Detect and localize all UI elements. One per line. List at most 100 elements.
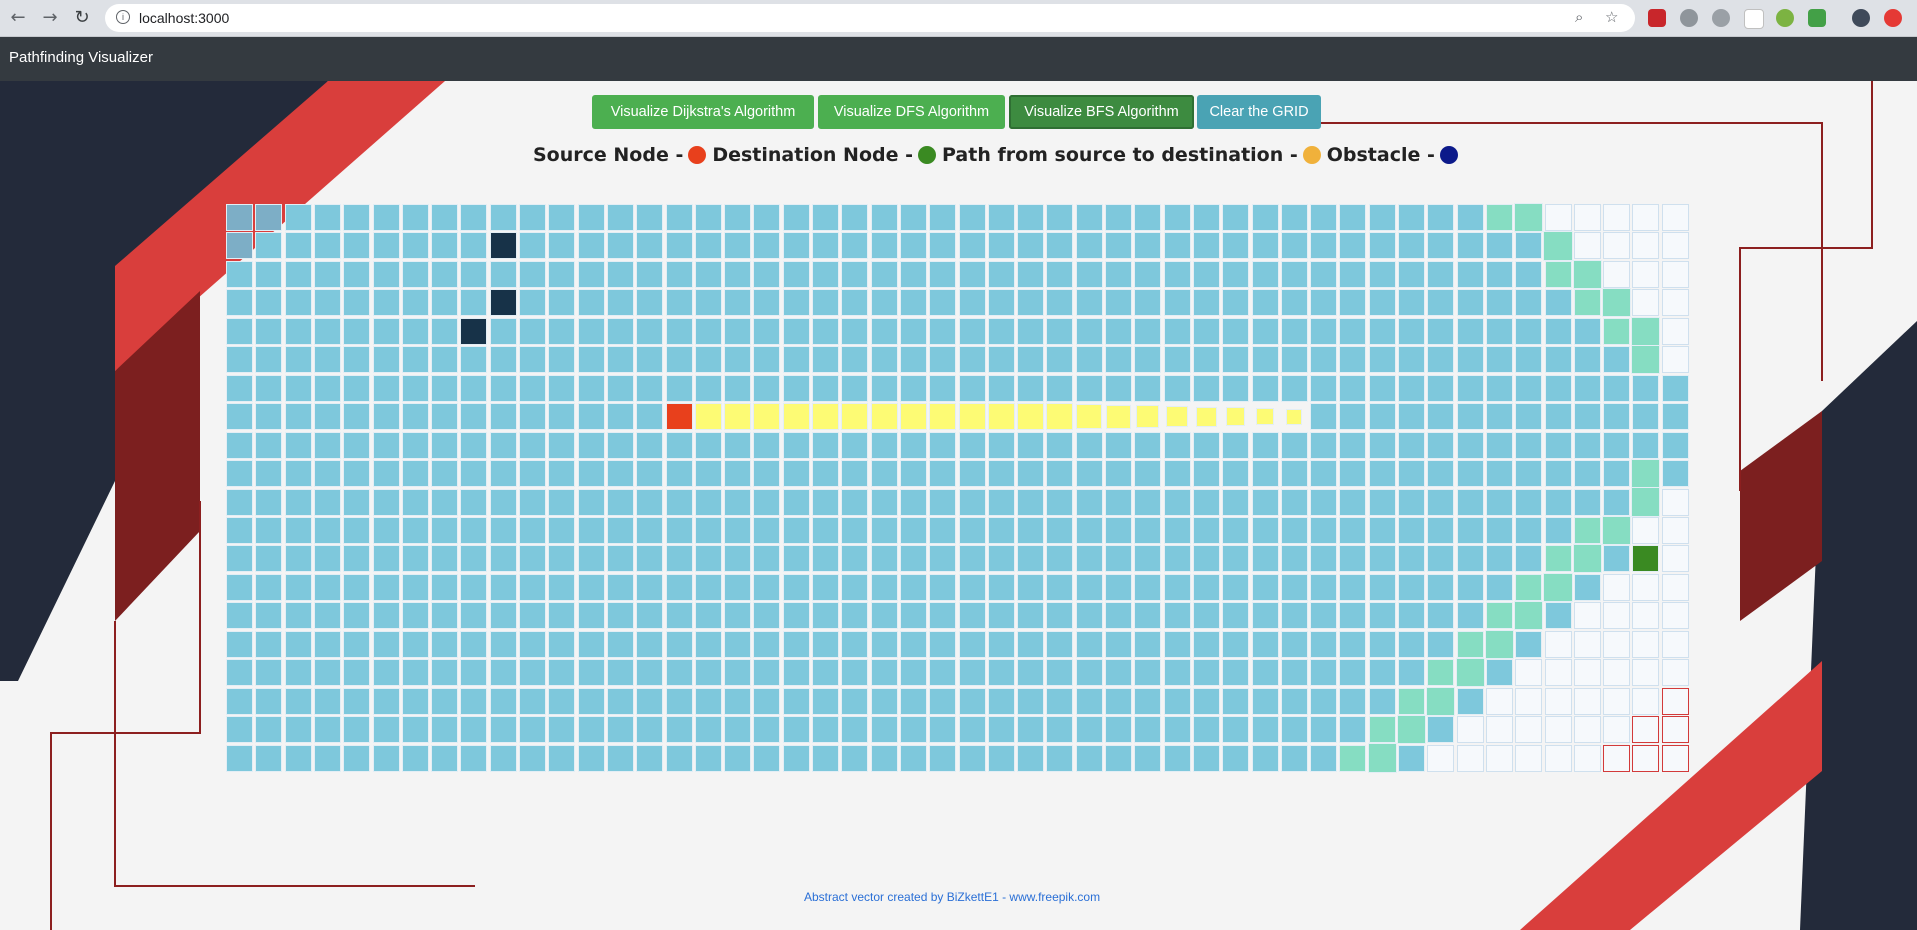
grid-cell-visited[interactable] [431,744,459,772]
grid-cell-visited[interactable] [1192,204,1220,231]
grid-cell-visited[interactable] [1163,317,1191,345]
grid-cell-visited[interactable] [548,602,576,630]
grid-cell-visited[interactable] [1222,346,1250,374]
grid-cell-visited[interactable] [1456,545,1484,573]
grid-cell-visited[interactable] [899,744,927,772]
grid-cell-visited[interactable] [460,488,488,516]
grid-cell-visited[interactable] [577,516,605,544]
grid-cell-visited[interactable] [724,289,752,317]
grid-cell-visited[interactable] [1456,346,1484,374]
grid-cell-visited[interactable] [1046,317,1074,345]
grid-cell-visited[interactable] [1075,630,1103,658]
pathfinding-grid[interactable] [226,202,1691,773]
grid-cell-visited[interactable] [431,431,459,459]
grid-cell-visited[interactable] [665,602,693,630]
grid-cell-visited[interactable] [548,687,576,715]
grid-cell-visited[interactable] [313,716,341,744]
grid-cell-visited[interactable] [1163,431,1191,459]
grid-cell-visited[interactable] [724,317,752,345]
grid-cell-frontier[interactable] [1631,487,1661,517]
grid-cell-visited[interactable] [1192,573,1220,601]
grid-cell-visited[interactable] [1163,602,1191,630]
grid-cell-visited[interactable] [1368,687,1396,715]
grid-cell-visited[interactable] [1310,659,1338,687]
grid-cell-visited[interactable] [724,374,752,402]
grid-cell-visited[interactable] [1280,260,1308,288]
grid-cell-visited[interactable] [1427,260,1455,288]
grid-cell-visited[interactable] [1075,260,1103,288]
grid-cell-visited[interactable] [694,289,722,317]
grid-cell-visited[interactable] [1339,573,1367,601]
grid-cell-unvisited[interactable] [1544,687,1572,715]
grid-cell-visited[interactable] [1280,516,1308,544]
grid-cell-visited[interactable] [1515,260,1543,288]
grid-cell-visited[interactable] [1251,744,1279,772]
grid-cell-visited[interactable] [1105,659,1132,687]
grid-cell-visited[interactable] [870,630,898,658]
grid-cell-unvisited[interactable] [1661,346,1689,374]
grid-cell-visited[interactable] [958,687,986,715]
grid-cell-unvisited[interactable] [1544,659,1572,687]
grid-cell-visited[interactable] [1134,516,1162,544]
grid-cell-visited[interactable] [1310,602,1338,630]
avatar[interactable] [1852,9,1870,27]
grid-cell-visited[interactable] [431,716,459,744]
grid-cell-visited[interactable] [812,204,839,231]
grid-cell-visited[interactable] [870,460,898,488]
grid-cell-visited[interactable] [1192,374,1220,402]
grid-cell-visited[interactable] [1163,232,1191,260]
grid-cell-visited[interactable] [753,630,781,658]
grid-cell-frontier[interactable] [1367,743,1397,773]
grid-cell-visited[interactable] [255,516,283,544]
grid-cell-visited[interactable] [1456,289,1484,317]
grid-cell-visited[interactable] [1632,431,1660,459]
grid-cell-visited[interactable] [899,374,927,402]
grid-cell-visited[interactable] [284,488,312,516]
grid-cell-visited[interactable] [1456,488,1484,516]
grid-cell-visited[interactable] [284,260,312,288]
grid-cell-visited[interactable] [987,630,1015,658]
grid-cell-visited[interactable] [841,374,869,402]
grid-cell-visited[interactable] [548,460,576,488]
grid-cell-visited[interactable] [958,716,986,744]
grid-cell-visited[interactable] [929,545,957,573]
grid-cell-visited[interactable] [1046,374,1074,402]
grid-cell-visited[interactable] [987,687,1015,715]
visualize-dijkstra-button[interactable]: Visualize Dijkstra's Algorithm [592,95,814,129]
grid-cell-visited[interactable] [1485,403,1513,431]
grid-cell-visited[interactable] [1163,516,1191,544]
grid-cell-visited[interactable] [694,687,722,715]
grid-cell-visited[interactable] [753,346,781,374]
grid-cell-visited[interactable] [1398,460,1425,488]
grid-cell-visited[interactable] [958,431,986,459]
grid-cell-frontier[interactable] [1631,458,1661,489]
grid-cell-unvisited[interactable] [1661,204,1689,231]
grid-cell-visited[interactable] [899,659,927,687]
grid-cell-visited[interactable] [1192,488,1220,516]
grid-cell-visited[interactable] [313,516,341,544]
grid-cell-visited[interactable] [1280,573,1308,601]
grid-cell-visited[interactable] [753,516,781,544]
grid-cell-frontier[interactable] [1368,716,1396,744]
grid-cell-visited[interactable] [1017,659,1045,687]
grid-cell-visited[interactable] [606,317,634,345]
grid-cell-visited[interactable] [313,659,341,687]
grid-cell-visited[interactable] [431,460,459,488]
grid-cell-visited[interactable] [284,573,312,601]
grid-cell-visited[interactable] [1222,573,1250,601]
grid-cell-visited[interactable] [401,431,429,459]
grid-cell-visited[interactable] [1456,460,1484,488]
grid-cell-visited[interactable] [226,403,253,431]
grid-cell-visited[interactable] [724,232,752,260]
grid-cell-visited[interactable] [1573,346,1601,374]
grid-cell-visited[interactable] [1544,431,1572,459]
grid-cell-visited[interactable] [1251,488,1279,516]
grid-cell-visited[interactable] [812,602,839,630]
grid-cell-visited[interactable] [489,460,517,488]
grid-cell-visited[interactable] [724,260,752,288]
grid-cell-visited[interactable] [343,573,371,601]
grid-cell-visited[interactable] [987,204,1015,231]
grid-cell-visited[interactable] [753,289,781,317]
grid-cell-visited[interactable] [782,374,810,402]
grid-cell-visited[interactable] [1134,687,1162,715]
